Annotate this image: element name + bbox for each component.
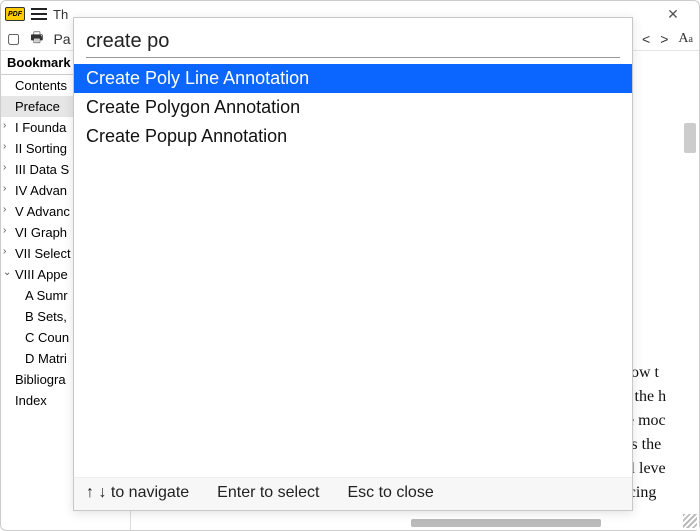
text-tool-icon[interactable]: Aa bbox=[678, 31, 693, 47]
command-palette-footer: ↑ ↓ to navigate Enter to select Esc to c… bbox=[74, 477, 632, 510]
bookmark-label: III Data S bbox=[15, 162, 69, 177]
window-title: Th bbox=[53, 7, 68, 22]
bookmark-label: D Matri bbox=[25, 351, 67, 366]
chevron-icon[interactable]: › bbox=[3, 183, 6, 194]
app-window: PDF Th ✕ ▢ 🖶 Pa < > Aa Bookmark Contents… bbox=[0, 0, 700, 531]
hint-select: Enter to select bbox=[217, 484, 319, 502]
chevron-icon[interactable]: › bbox=[3, 246, 6, 257]
bookmark-label: I Founda bbox=[15, 120, 66, 135]
page-label: Pa bbox=[53, 31, 70, 47]
bookmark-label: B Sets, bbox=[25, 309, 67, 324]
close-window-button[interactable]: ✕ bbox=[651, 1, 695, 27]
bookmark-label: VII Select bbox=[15, 246, 71, 261]
bookmark-label: C Coun bbox=[25, 330, 69, 345]
horizontal-scroll-thumb[interactable] bbox=[411, 519, 601, 527]
bookmark-label: Index bbox=[15, 393, 47, 408]
bookmark-label: Bibliogra bbox=[15, 372, 66, 387]
resize-grip-icon[interactable] bbox=[683, 514, 697, 528]
chevron-icon[interactable]: › bbox=[3, 225, 6, 236]
bookmark-label: IV Advan bbox=[15, 183, 67, 198]
chevron-icon[interactable]: › bbox=[3, 204, 6, 215]
app-logo: PDF bbox=[5, 7, 25, 21]
command-palette: Create Poly Line AnnotationCreate Polygo… bbox=[73, 17, 633, 511]
vertical-scrollbar[interactable] bbox=[683, 111, 697, 500]
prev-page-icon[interactable]: < bbox=[642, 31, 650, 47]
hint-close: Esc to close bbox=[347, 484, 433, 502]
bookmark-label: Preface bbox=[15, 99, 60, 114]
open-file-icon[interactable]: ▢ bbox=[7, 30, 20, 47]
bookmark-label: VIII Appe bbox=[15, 267, 68, 282]
bookmark-label: Contents bbox=[15, 78, 67, 93]
vertical-scroll-thumb[interactable] bbox=[684, 123, 696, 153]
command-palette-results: Create Poly Line AnnotationCreate Polygo… bbox=[74, 62, 632, 477]
command-palette-item[interactable]: Create Polygon Annotation bbox=[74, 93, 632, 122]
chevron-icon[interactable]: ⌄ bbox=[3, 267, 11, 278]
bookmark-label: VI Graph bbox=[15, 225, 67, 240]
next-page-icon[interactable]: > bbox=[660, 31, 668, 47]
bookmark-label: A Sumr bbox=[25, 288, 68, 303]
bookmark-label: II Sorting bbox=[15, 141, 67, 156]
chevron-icon[interactable]: › bbox=[3, 120, 6, 131]
print-icon[interactable]: 🖶 bbox=[30, 27, 43, 51]
command-palette-item[interactable]: Create Poly Line Annotation bbox=[74, 64, 632, 93]
chevron-icon[interactable]: › bbox=[3, 141, 6, 152]
menu-icon[interactable] bbox=[31, 8, 47, 20]
hint-navigate: ↑ ↓ to navigate bbox=[86, 484, 189, 502]
chevron-icon[interactable]: › bbox=[3, 162, 6, 173]
command-palette-input[interactable] bbox=[86, 28, 620, 58]
command-palette-input-wrap bbox=[74, 18, 632, 62]
bookmark-label: V Advanc bbox=[15, 204, 70, 219]
command-palette-item[interactable]: Create Popup Annotation bbox=[74, 122, 632, 151]
